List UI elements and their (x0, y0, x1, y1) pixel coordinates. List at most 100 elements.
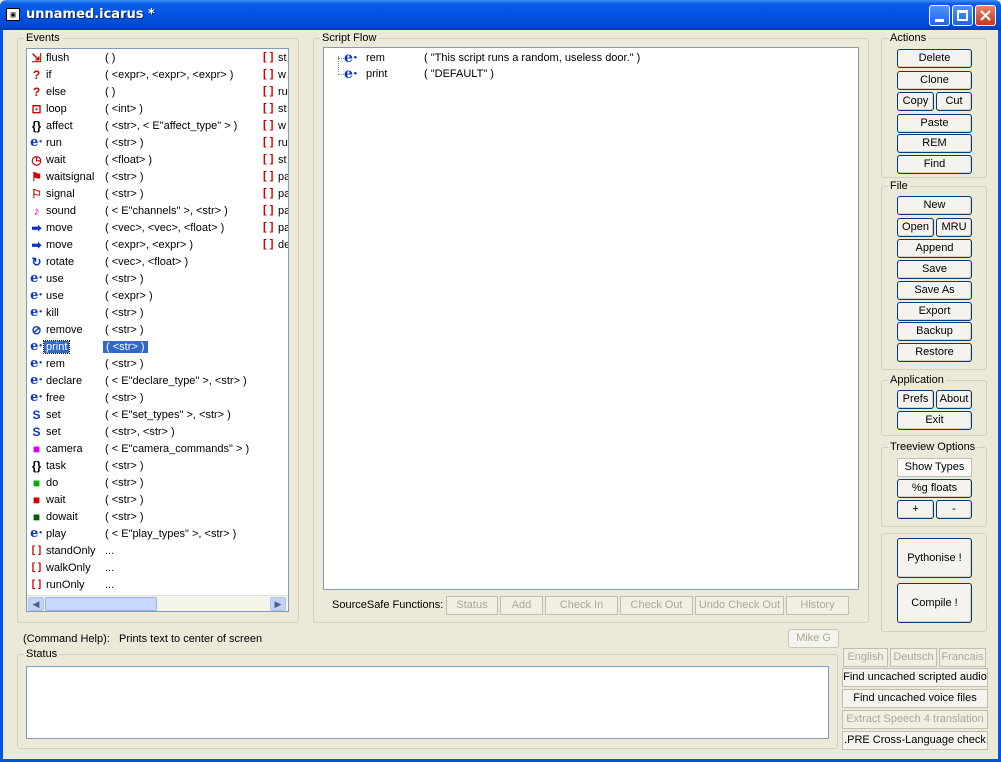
event-item-col2[interactable]: [ ] w (261, 118, 288, 135)
waitsignal-icon: ⚑ (31, 170, 42, 184)
event-item-waitsignal[interactable]: ⚑ waitsignal ( <str> ) (27, 169, 288, 186)
event-item-free[interactable]: e· free ( <str> ) (27, 390, 288, 407)
exit-button[interactable]: Exit (897, 411, 972, 430)
save-button[interactable]: Save (897, 260, 972, 279)
paste-button[interactable]: Paste (897, 114, 972, 133)
event-item-affect[interactable]: {} affect ( <str>, < E"affect_type" > ) (27, 118, 288, 135)
restore-button[interactable]: Restore (897, 343, 972, 362)
deutsch-button[interactable]: Deutsch (890, 648, 937, 667)
english-button[interactable]: English (843, 648, 888, 667)
status-legend: Status (26, 648, 58, 660)
pre-cross-language-check-button[interactable]: .PRE Cross-Language check (842, 731, 988, 750)
mru-button[interactable]: MRU (936, 218, 972, 237)
minimize-button[interactable] (929, 5, 950, 26)
event-item-remove[interactable]: ⊘ remove ( <str> ) (27, 322, 288, 339)
extract-speech-button[interactable]: Extract Speech 4 translation (842, 710, 988, 729)
event-item-set[interactable]: Sset ( <str>, <str> ) (27, 424, 288, 441)
event-item-col2[interactable]: [ ] st (261, 101, 288, 118)
clone-button[interactable]: Clone (897, 71, 972, 90)
event-item-kill[interactable]: e· kill ( <str> ) (27, 305, 288, 322)
event-item-col2[interactable]: [ ] de (261, 237, 288, 254)
event-item-rotate[interactable]: ↻ rotate ( <vec>, <float> ) (27, 254, 288, 271)
event-item-col2[interactable]: [ ] pa (261, 186, 288, 203)
find-uncached-voice-button[interactable]: Find uncached voice files (842, 689, 988, 708)
status-output[interactable] (26, 666, 829, 739)
event-item-col2[interactable]: [ ] st (261, 50, 288, 67)
event-item-signal[interactable]: ⚐ signal ( <str> ) (27, 186, 288, 203)
event-item-run[interactable]: e· run ( <str> ) (27, 135, 288, 152)
event-item-runonly[interactable]: [ ] runOnly... (27, 577, 288, 594)
events-list[interactable]: ⇲ flush ( )? if ( <expr>, <expr>, <expr> )? e… (26, 48, 289, 612)
save-as-button[interactable]: Save As (897, 281, 972, 300)
export-button[interactable]: Export (897, 302, 972, 321)
event-item-rem[interactable]: e· rem ( <str> ) (27, 356, 288, 373)
wait-red-icon: ■ (32, 493, 41, 507)
find-button[interactable]: Find (897, 155, 972, 174)
events-legend: Events (26, 32, 60, 44)
event-item-else[interactable]: ? else ( ) (27, 84, 288, 101)
scroll-left-button[interactable]: ◀ (28, 597, 44, 611)
event-item-set[interactable]: Sset ( < E"set_types" >, <str> ) (27, 407, 288, 424)
event-item-dowait[interactable]: ■ dowait ( <str> ) (27, 509, 288, 526)
maximize-button[interactable] (952, 5, 973, 26)
scroll-thumb[interactable] (45, 597, 157, 611)
script-flow-tree[interactable]: e· rem ( "This script runs a random, usele… (323, 47, 859, 590)
script-node-rem[interactable]: e· rem ( "This script runs a random, usele… (324, 50, 844, 66)
event-item-use[interactable]: e· use ( <expr> ) (27, 288, 288, 305)
event-item-col2[interactable]: [ ] ru (261, 135, 288, 152)
sourcesafe-checkin-button[interactable]: Check In (545, 596, 618, 615)
sourcesafe-checkout-button[interactable]: Check Out (620, 596, 693, 615)
sourcesafe-add-button[interactable]: Add (500, 596, 543, 615)
prefs-button[interactable]: Prefs (897, 390, 934, 409)
sourcesafe-history-button[interactable]: History (786, 596, 849, 615)
scroll-right-button[interactable]: ▶ (270, 597, 286, 611)
event-item-wait[interactable]: ■ wait ( <str> ) (27, 492, 288, 509)
event-item-play[interactable]: e· play ( < E"play_types" >, <str> ) (27, 526, 288, 543)
sourcesafe-status-button[interactable]: Status (446, 596, 498, 615)
compile-button[interactable]: Compile ! (897, 583, 972, 623)
events-hscrollbar[interactable]: ◀ ▶ (27, 595, 288, 611)
backup-button[interactable]: Backup (897, 322, 972, 341)
event-item-loop[interactable]: ⊡ loop ( <int> ) (27, 101, 288, 118)
event-item-camera[interactable]: ■ camera ( < E"camera_commands" > ) (27, 441, 288, 458)
event-item-col2[interactable]: [ ] pa (261, 169, 288, 186)
event-item-declare[interactable]: e· declare ( < E"declare_type" >, <str> ) (27, 373, 288, 390)
event-item-flush[interactable]: ⇲ flush ( ) (27, 50, 288, 67)
event-args: ( <str> ) (105, 324, 144, 336)
event-item-wait[interactable]: ◷ wait ( <float> ) (27, 152, 288, 169)
sourcesafe-undo-checkout-button[interactable]: Undo Check Out (695, 596, 784, 615)
event-item-col2[interactable]: [ ] w (261, 67, 288, 84)
user-button[interactable]: Mike G (788, 629, 839, 648)
delete-button[interactable]: Delete (897, 49, 972, 68)
francais-button[interactable]: Francais (939, 648, 986, 667)
event-item-task[interactable]: {} task ( <str> ) (27, 458, 288, 475)
event-item-col2[interactable]: [ ] st (261, 152, 288, 169)
cut-button[interactable]: Cut (936, 92, 972, 111)
event-item-walkonly[interactable]: [ ] walkOnly... (27, 560, 288, 577)
event-item-move[interactable]: ➡ move ( <vec>, <vec>, <float> ) (27, 220, 288, 237)
event-item-move[interactable]: ➡ move ( <expr>, <expr> ) (27, 237, 288, 254)
g-floats-toggle[interactable]: %g floats (897, 479, 972, 498)
event-item-sound[interactable]: ♪ sound ( < E"channels" >, <str> ) (27, 203, 288, 220)
script-node-print[interactable]: e· print ( "DEFAULT" ) (324, 66, 844, 82)
about-button[interactable]: About (936, 390, 972, 409)
event-item-col2[interactable]: [ ] pa (261, 203, 288, 220)
close-button[interactable] (975, 5, 996, 26)
expand-plus-button[interactable]: + (897, 500, 934, 519)
new-button[interactable]: New (897, 196, 972, 215)
event-item-col2[interactable]: [ ] pa (261, 220, 288, 237)
find-uncached-audio-button[interactable]: Find uncached scripted audio (842, 668, 988, 687)
event-item-do[interactable]: ■ do ( <str> ) (27, 475, 288, 492)
append-button[interactable]: Append (897, 239, 972, 258)
rem-button[interactable]: REM (897, 134, 972, 153)
copy-button[interactable]: Copy (897, 92, 934, 111)
event-item-standonly[interactable]: [ ] standOnly... (27, 543, 288, 560)
event-item-col2[interactable]: [ ] ru (261, 84, 288, 101)
show-types-toggle[interactable]: Show Types (897, 458, 972, 477)
event-item-print[interactable]: e· print ( <str> ) (27, 339, 288, 356)
event-item-use[interactable]: e· use ( <str> ) (27, 271, 288, 288)
collapse-minus-button[interactable]: - (936, 500, 972, 519)
event-item-if[interactable]: ? if ( <expr>, <expr>, <expr> ) (27, 67, 288, 84)
pythonise-button[interactable]: Pythonise ! (897, 538, 972, 578)
open-button[interactable]: Open (897, 218, 934, 237)
